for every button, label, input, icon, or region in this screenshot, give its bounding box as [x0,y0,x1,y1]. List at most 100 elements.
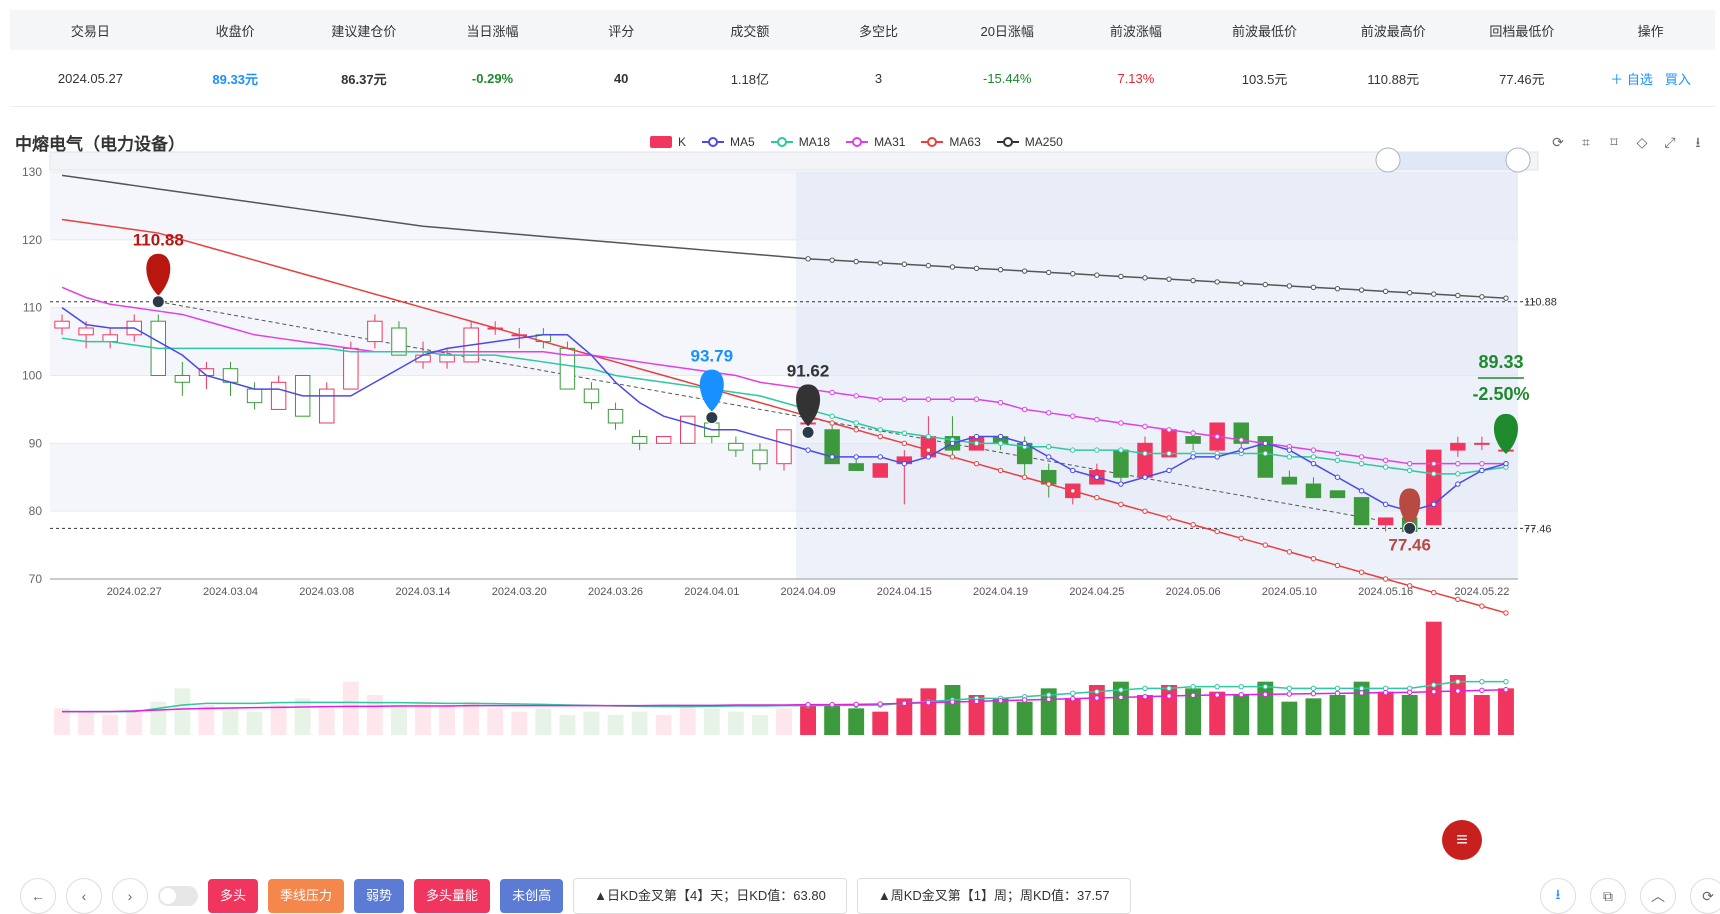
candle-body [680,415,696,444]
volume-ma2-line-point [1094,695,1100,701]
ma250-line-point [1310,284,1317,291]
x-tick-label: 2024.04.25 [1069,586,1124,598]
ma18-line-point [1286,454,1293,460]
x-tick-label: 2024.04.19 [973,586,1028,598]
ma18-line-point [925,433,932,440]
scroll-top-button[interactable]: ︿ [1640,878,1676,914]
ma250-line-point [1382,288,1389,295]
volume-bars [54,621,1514,735]
ma250-line-point [1046,269,1052,276]
volume-ma2-line-point [877,701,883,707]
ma5-line-point [949,440,956,447]
ma5-line-point [1021,440,1028,447]
candle-body [872,463,888,478]
volume-bar [366,695,383,735]
volume-ma-line-point [1334,685,1341,692]
volume-bar [511,711,528,735]
ma63-line-point [1190,522,1196,528]
refresh-button[interactable]: ⟳ [1690,878,1720,914]
candle-body [439,354,455,363]
copy-button[interactable]: ⧉ [1590,878,1626,914]
volume-ma2-line-point [1021,697,1028,703]
ma31-line-point [1118,420,1124,426]
volume-ma2-line-point [853,701,859,708]
volume-ma2-line-point [829,701,835,708]
ma63-line-point [1407,583,1413,589]
ma250-line-point [877,260,883,266]
volume-ma2-line-point [1166,693,1172,699]
volume-bar [294,698,311,735]
volume-bar [126,711,143,735]
ma63-line-point [901,440,908,447]
next-button[interactable]: › [112,878,148,914]
candle-body [607,408,624,424]
x-axis: 2024.02.27 2024.03.04 2024.03.08 2024.03.14… [50,578,1518,598]
menu-button[interactable]: ≡ [1442,820,1482,860]
marker-dot [705,411,719,425]
ma31-line-point [1238,437,1244,443]
ma5-line-point [1479,467,1485,474]
candle-body [102,334,118,343]
ma31-line-point [1094,416,1100,423]
volume-ma-line-point [1094,688,1100,695]
ma31-line-point [973,396,980,402]
volume-ma-line-point [1142,685,1148,692]
ma63-line-point [1214,528,1220,535]
volume-ma2-line-point [1431,688,1437,695]
kline-chart[interactable]: 708090100110120130 2024.02.27 2024.03.04 2… [0,0,1720,870]
volume-ma2-line-point [1262,691,1269,698]
volume-ma2-line-point [1358,690,1365,696]
tag-weak[interactable]: 弱势 [354,879,405,913]
ma250-line-point [1214,279,1220,285]
ma18-line-point [877,427,883,433]
ma31-line-point [877,396,883,402]
ma63-line-point [1358,569,1365,575]
prev-button[interactable]: ‹ [66,878,102,914]
ma63-line-point [1094,494,1100,501]
ma63-line-point [1238,535,1244,541]
x-tick-label: 2024.04.01 [684,586,739,598]
toggle-switch[interactable] [158,886,198,906]
candle-body [848,463,864,471]
volume-bar [1329,695,1346,735]
marker-dot [1403,521,1417,535]
candle-body [1377,517,1394,526]
candle-body [655,436,672,444]
ma18-line-point [1407,467,1413,474]
candle-body [319,388,335,424]
back-button[interactable]: ← [20,878,56,914]
ma31-line-point [949,396,956,402]
y-tick-label: 80 [29,504,43,518]
marker-dot [151,295,165,309]
ma250-line-point [1358,287,1365,293]
volume-ma-line-point [1190,683,1196,690]
volume-bar [703,708,720,735]
ma5-line-point [1142,474,1148,480]
ma250-line-point [853,258,859,265]
tag-bull[interactable]: 多头 [208,879,259,913]
ma31-line-point [1190,430,1196,436]
ma5-line-point [829,454,835,460]
ma5-line-point [1238,447,1244,453]
marker-pin [146,253,171,296]
volume-ma-line-point [1046,692,1052,698]
candle-body [1329,490,1346,499]
tag-quarter-pressure[interactable]: 季线压力 [268,879,345,913]
ma63-line-point [1166,515,1172,521]
tag-no-new-high[interactable]: 未创高 [500,879,564,913]
ma18-line-point [997,440,1004,447]
volume-bar [776,708,792,735]
ma250-line-point [1334,285,1341,292]
volume-ma2-line-point [949,699,956,705]
marker-label: 110.88 [133,231,184,250]
volume-bar [1257,681,1274,735]
volume-bar [1401,695,1418,735]
volume-ma2-line-point [1142,693,1148,700]
volume-ma2-line-point [901,700,908,707]
volume-bar [751,715,768,735]
tag-bull-volume[interactable]: 多头量能 [414,879,491,913]
volume-ma-line-point [1238,683,1244,690]
ma18-line-point [1334,457,1341,463]
download-button[interactable]: ⭳ [1540,878,1576,914]
zoom-slider[interactable] [49,147,1539,173]
